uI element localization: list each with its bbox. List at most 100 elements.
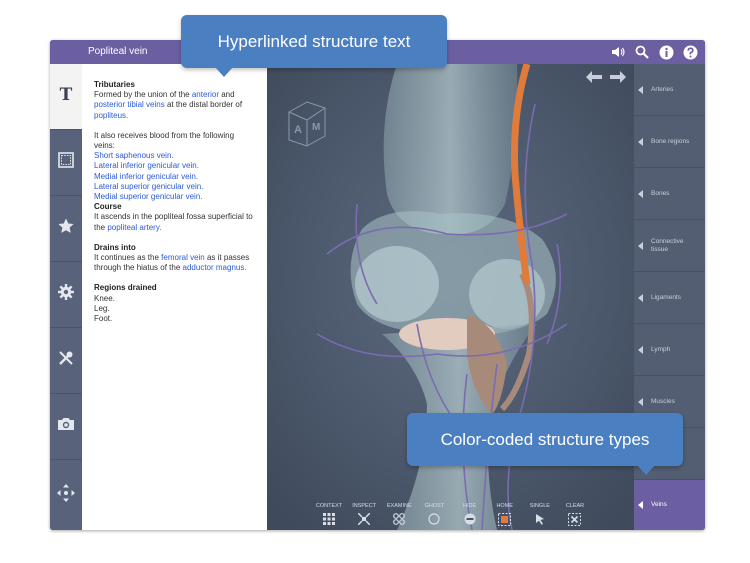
search-icon[interactable] — [633, 43, 651, 61]
chevron-left-icon — [638, 293, 643, 302]
structure-type-bones[interactable]: Bones — [634, 168, 705, 220]
link-popliteus[interactable]: popliteus. — [94, 111, 128, 120]
structure-type-arteries[interactable]: Arteries — [634, 64, 705, 116]
move-tab[interactable] — [50, 460, 82, 530]
clear-button[interactable]: CLEAR — [558, 500, 592, 530]
drains-text-1: It continues as the — [94, 253, 159, 263]
link-medial-superior-genicular-vein[interactable]: Medial superior genicular vein. — [94, 192, 203, 201]
callout-hyperlinked-text: Hyperlinked structure text — [181, 15, 447, 77]
structure-type-label: Bones — [651, 189, 670, 197]
structure-type-veins[interactable]: Veins — [634, 480, 705, 530]
tool-label: CLEAR — [565, 503, 585, 509]
tool-label: CONTEXT — [315, 503, 343, 509]
chevron-left-icon — [638, 345, 643, 354]
structure-info-panel: Tributaries Formed by the union of the a… — [82, 64, 267, 530]
chevron-left-icon — [638, 241, 643, 250]
favorites-tab[interactable] — [50, 196, 82, 262]
back-arrow-icon[interactable] — [586, 70, 602, 88]
view-toolbar: CONTEXT INSPECT EXAMINE GHOST HIDE HOME — [312, 500, 592, 530]
tools-tab[interactable] — [50, 328, 82, 394]
chevron-left-icon — [638, 501, 643, 509]
camera-icon — [57, 416, 75, 437]
context-button[interactable]: CONTEXT — [312, 500, 346, 530]
link-femoral-vein[interactable]: femoral vein — [161, 253, 205, 262]
tool-label: GHOST — [424, 503, 445, 509]
history-arrows — [586, 70, 626, 88]
settings-tab[interactable] — [50, 262, 82, 328]
ghost-button[interactable]: GHOST — [417, 500, 451, 530]
cube-letter-a: A — [294, 124, 302, 136]
ghost-icon — [427, 512, 441, 526]
region-item: Foot. — [94, 314, 113, 324]
move-arrows-icon — [57, 483, 75, 507]
link-medial-inferior-genicular-vein[interactable]: Medial inferior genicular vein. — [94, 172, 198, 181]
link-adductor-magnus[interactable]: adductor magnus. — [183, 263, 247, 272]
svg-text:T: T — [60, 85, 73, 103]
course-heading: Course — [94, 202, 122, 212]
frame-tab[interactable] — [50, 130, 82, 196]
callout-color-coded: Color-coded structure types — [407, 413, 683, 475]
cube-letter-m: M — [312, 122, 321, 133]
drains-heading: Drains into — [94, 242, 136, 252]
region-item: Leg. — [94, 303, 110, 313]
home-icon — [498, 512, 512, 526]
gear-icon — [57, 283, 75, 306]
course-text: It ascends in the popliteal fossa superf… — [94, 212, 257, 232]
chevron-left-icon — [638, 137, 643, 146]
structure-title: Popliteal vein — [88, 46, 148, 57]
structure-type-ligaments[interactable]: Ligaments — [634, 272, 705, 324]
hide-button[interactable]: HIDE — [453, 500, 487, 530]
top-icons — [609, 43, 699, 61]
structure-type-connective-tissue[interactable]: Connective tissue — [634, 220, 705, 272]
structure-type-label: Connective tissue — [651, 237, 684, 253]
structure-type-label: Muscles — [651, 397, 675, 405]
frame-icon — [57, 151, 75, 174]
also-receives-text: It also receives blood from the followin… — [94, 130, 235, 151]
sound-icon[interactable] — [609, 43, 627, 61]
context-icon — [322, 512, 336, 526]
structure-type-label: Lymph — [651, 345, 671, 353]
tributaries-text-1: Formed by the union of the — [94, 90, 190, 100]
chevron-left-icon — [638, 397, 643, 406]
structure-type-label: Veins — [651, 501, 667, 508]
left-toolbar: T — [50, 64, 82, 530]
structure-type-label: Bone regions — [651, 137, 690, 145]
callout-text: Color-coded structure types — [440, 429, 650, 449]
link-posterior-tibial-veins[interactable]: posterior tibial veins — [94, 100, 165, 109]
single-icon — [533, 512, 547, 526]
info-icon[interactable] — [657, 43, 675, 61]
link-short-saphenous-vein[interactable]: Short saphenous vein. — [94, 151, 174, 160]
inspect-button[interactable]: INSPECT — [347, 500, 381, 530]
regions-heading: Regions drained — [94, 283, 157, 293]
structure-type-label: Ligaments — [651, 293, 681, 301]
examine-button[interactable]: EXAMINE — [382, 500, 416, 530]
forward-arrow-icon[interactable] — [610, 70, 626, 88]
single-button[interactable]: SINGLE — [523, 500, 557, 530]
text-icon: T — [58, 85, 74, 108]
tool-label: INSPECT — [352, 503, 377, 509]
structure-type-lymph[interactable]: Lymph — [634, 324, 705, 376]
tools-icon — [57, 349, 75, 372]
help-icon[interactable] — [681, 43, 699, 61]
region-item: Knee. — [94, 293, 115, 303]
home-button[interactable]: HOME — [488, 500, 522, 530]
structure-type-bone-regions[interactable]: Bone regions — [634, 116, 705, 168]
chevron-left-icon — [638, 85, 643, 94]
vein-links: Short saphenous vein. Lateral inferior g… — [94, 151, 257, 202]
examine-icon — [392, 512, 406, 526]
link-lateral-inferior-genicular-vein[interactable]: Lateral inferior genicular vein. — [94, 161, 199, 170]
inspect-icon — [357, 512, 371, 526]
link-popliteal-artery[interactable]: popliteal artery. — [107, 223, 161, 232]
tool-label: HOME — [496, 503, 513, 509]
clear-icon — [568, 512, 582, 526]
callout-pointer — [215, 67, 233, 77]
hide-icon — [463, 512, 477, 526]
camera-tab[interactable] — [50, 394, 82, 460]
text-tab[interactable]: T — [50, 64, 82, 130]
chevron-left-icon — [638, 189, 643, 198]
tool-label: HIDE — [462, 503, 477, 509]
callout-text: Hyperlinked structure text — [217, 31, 411, 51]
link-anterior[interactable]: anterior — [192, 90, 219, 99]
star-icon — [57, 217, 75, 240]
link-lateral-superior-genicular-vein[interactable]: Lateral superior genicular vein. — [94, 182, 203, 191]
